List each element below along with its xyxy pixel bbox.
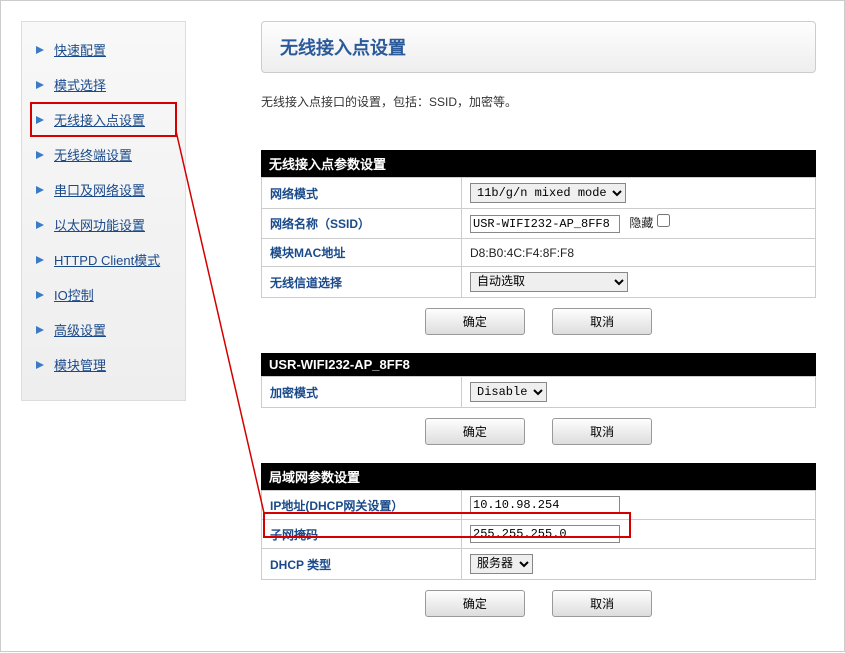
nav-link[interactable]: 模式选择	[54, 75, 106, 94]
cancel-button[interactable]: 取消	[552, 308, 652, 335]
select-channel[interactable]: 自动选取	[470, 272, 628, 292]
nav-link[interactable]: 高级设置	[54, 320, 106, 339]
input-mask[interactable]	[470, 525, 620, 543]
sidebar: 快速配置 模式选择 无线接入点设置 无线终端设置 串口及网络设置 以太网功能设置…	[21, 21, 186, 401]
row-channel: 无线信道选择 自动选取	[262, 267, 816, 298]
row-ip: IP地址(DHCP网关设置）	[262, 491, 816, 520]
arrow-right-icon	[34, 324, 48, 336]
arrow-right-icon	[34, 289, 48, 301]
select-encryption[interactable]: Disable	[470, 382, 547, 402]
nav-ethernet[interactable]: 以太网功能设置	[30, 207, 177, 242]
input-ssid[interactable]	[470, 215, 620, 233]
arrow-right-icon	[34, 114, 48, 126]
nav-wireless-terminal[interactable]: 无线终端设置	[30, 137, 177, 172]
arrow-right-icon	[34, 359, 48, 371]
nav-link[interactable]: HTTPD Client模式	[54, 250, 160, 269]
ok-button[interactable]: 确定	[425, 590, 525, 617]
row-ssid: 网络名称（SSID） 隐藏	[262, 209, 816, 239]
row-encryption-mode: 加密模式 Disable	[262, 377, 816, 408]
nav-module-manage[interactable]: 模块管理	[30, 347, 177, 382]
arrow-right-icon	[34, 219, 48, 231]
row-network-mode: 网络模式 11b/g/n mixed mode	[262, 178, 816, 209]
nav-quick-config[interactable]: 快速配置	[30, 32, 177, 67]
label-mac: 模块MAC地址	[262, 239, 462, 267]
page-description: 无线接入点接口的设置，包括：SSID，加密等。	[261, 93, 816, 110]
checkbox-hide-ssid[interactable]	[657, 214, 670, 227]
ok-button[interactable]: 确定	[425, 418, 525, 445]
select-dhcp[interactable]: 服务器	[470, 554, 533, 574]
lan-table: IP地址(DHCP网关设置） 子网掩码 DHCP 类型 服务器	[261, 490, 816, 580]
label-encryption: 加密模式	[262, 377, 462, 408]
content-area: 无线接入点设置 无线接入点接口的设置，包括：SSID，加密等。 无线接入点参数设…	[261, 21, 816, 635]
nav-link[interactable]: 快速配置	[54, 40, 106, 59]
encryption-header: USR-WIFI232-AP_8FF8	[261, 353, 816, 376]
value-mac: D8:B0:4C:F4:8F:F8	[462, 239, 816, 267]
ap-params-section: 无线接入点参数设置 网络模式 11b/g/n mixed mode 网络名称（S…	[261, 150, 816, 298]
row-mask: 子网掩码	[262, 520, 816, 549]
encryption-buttons: 确定 取消	[261, 418, 816, 445]
nav-link[interactable]: IO控制	[54, 285, 94, 304]
nav-link[interactable]: 串口及网络设置	[54, 180, 145, 199]
nav-link[interactable]: 无线接入点设置	[54, 110, 145, 129]
cancel-button[interactable]: 取消	[552, 418, 652, 445]
lan-buttons: 确定 取消	[261, 590, 816, 617]
ap-params-header: 无线接入点参数设置	[261, 150, 816, 177]
encryption-section: USR-WIFI232-AP_8FF8 加密模式 Disable	[261, 353, 816, 408]
page-title: 无线接入点设置	[261, 21, 816, 73]
nav-io-control[interactable]: IO控制	[30, 277, 177, 312]
encryption-table: 加密模式 Disable	[261, 376, 816, 408]
ap-params-table: 网络模式 11b/g/n mixed mode 网络名称（SSID） 隐藏 模块…	[261, 177, 816, 298]
row-mac: 模块MAC地址 D8:B0:4C:F4:8F:F8	[262, 239, 816, 267]
arrow-right-icon	[34, 184, 48, 196]
ok-button[interactable]: 确定	[425, 308, 525, 335]
arrow-right-icon	[34, 149, 48, 161]
lan-header: 局域网参数设置	[261, 463, 816, 490]
cancel-button[interactable]: 取消	[552, 590, 652, 617]
nav-httpd-client[interactable]: HTTPD Client模式	[30, 242, 177, 277]
nav-wireless-ap[interactable]: 无线接入点设置	[30, 102, 177, 137]
select-network-mode[interactable]: 11b/g/n mixed mode	[470, 183, 626, 203]
lan-section: 局域网参数设置 IP地址(DHCP网关设置） 子网掩码 DHCP 类型 服务器	[261, 463, 816, 580]
label-dhcp: DHCP 类型	[262, 549, 462, 580]
nav-link[interactable]: 无线终端设置	[54, 145, 132, 164]
nav-serial-network[interactable]: 串口及网络设置	[30, 172, 177, 207]
arrow-right-icon	[34, 44, 48, 56]
nav-link[interactable]: 以太网功能设置	[54, 215, 145, 234]
hide-label: 隐藏	[629, 216, 653, 230]
label-ip: IP地址(DHCP网关设置）	[262, 491, 462, 520]
arrow-right-icon	[34, 79, 48, 91]
input-ip[interactable]	[470, 496, 620, 514]
arrow-right-icon	[34, 254, 48, 266]
label-ssid: 网络名称（SSID）	[262, 209, 462, 239]
ap-buttons: 确定 取消	[261, 308, 816, 335]
nav-advanced[interactable]: 高级设置	[30, 312, 177, 347]
label-mask: 子网掩码	[262, 520, 462, 549]
label-network-mode: 网络模式	[262, 178, 462, 209]
row-dhcp: DHCP 类型 服务器	[262, 549, 816, 580]
label-channel: 无线信道选择	[262, 267, 462, 298]
nav-mode-select[interactable]: 模式选择	[30, 67, 177, 102]
nav-link[interactable]: 模块管理	[54, 355, 106, 374]
